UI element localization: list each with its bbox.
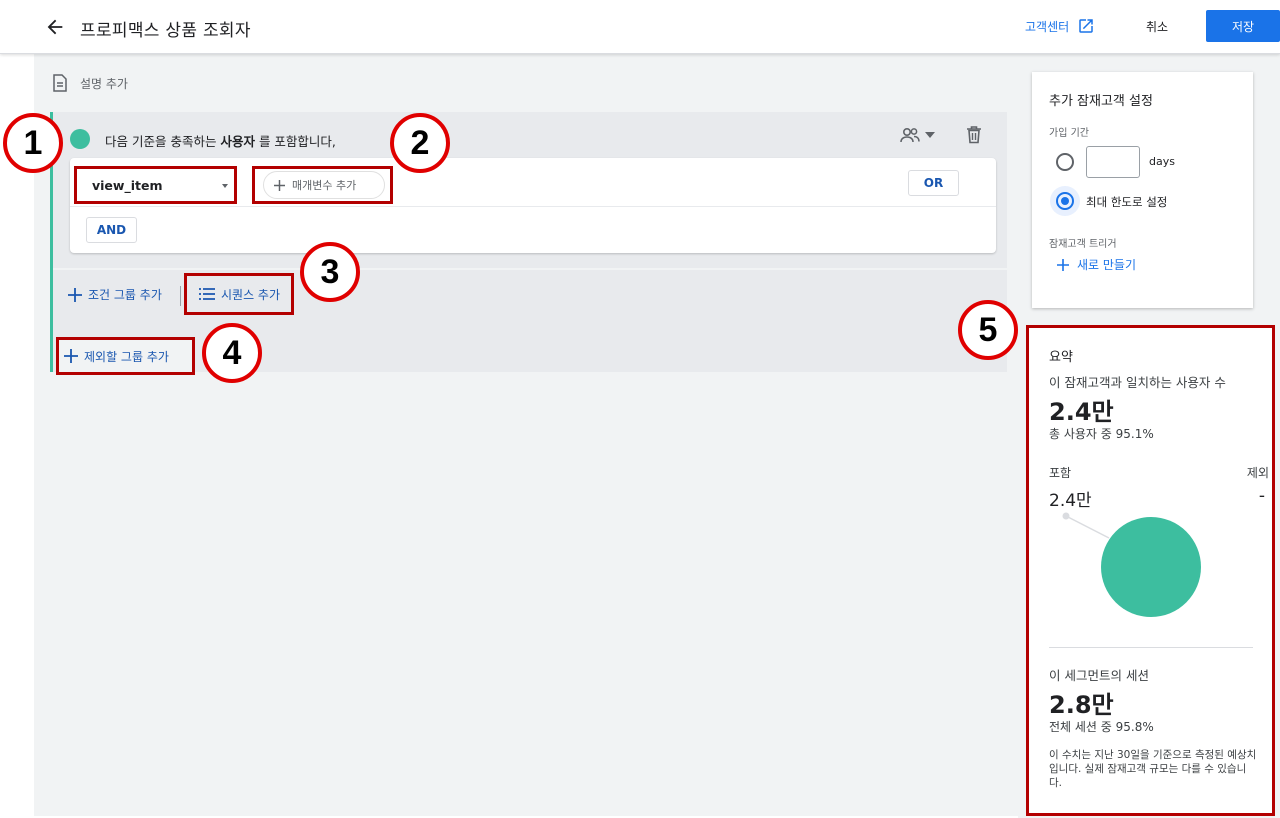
segment-sessions-percent: 전체 세션 중 95.8% xyxy=(1049,720,1154,734)
audience-trigger-label: 잠재고객 트리거 xyxy=(1049,239,1117,250)
condition-text-prefix: 다음 기준을 충족하는 xyxy=(105,134,217,149)
add-description-button[interactable]: 설명 추가 xyxy=(52,74,128,92)
event-select-value: view_item xyxy=(92,177,163,193)
pie-leader-line xyxy=(1065,515,1110,539)
annotation-3: 3 xyxy=(300,242,360,302)
include-indicator xyxy=(70,129,90,149)
add-description-label: 설명 추가 xyxy=(80,76,128,91)
condition-group-footer: 조건 그룹 추가 시퀀스 추가 xyxy=(53,270,1007,318)
back-button[interactable] xyxy=(44,16,66,38)
audience-builder: 설명 추가 다음 기준을 충족하는 사용자 를 포함합니다, view_item xyxy=(34,54,1018,816)
include-label: 포함 xyxy=(1049,466,1072,480)
matching-users-value: 2.4만 xyxy=(1049,398,1114,426)
document-icon xyxy=(53,74,67,92)
annotation-5: 5 xyxy=(958,300,1018,360)
summary-note: 이 수치는 지난 30일을 기준으로 측정된 예상치입니다. 실제 잠재고객 규… xyxy=(1049,749,1257,789)
annotation-4: 4 xyxy=(202,323,262,383)
condition-scope-label[interactable]: 사용자 xyxy=(220,134,255,149)
arrow-left-icon xyxy=(47,19,63,35)
divider xyxy=(70,206,996,207)
settings-title: 추가 잠재고객 설정 xyxy=(1049,94,1153,109)
create-trigger-button[interactable]: 새로 만들기 xyxy=(1057,256,1136,273)
help-center-link[interactable]: 고객센터 xyxy=(1025,17,1095,35)
list-icon xyxy=(199,288,215,300)
add-sequence-button[interactable]: 시퀀스 추가 xyxy=(184,273,294,315)
delete-group-button[interactable] xyxy=(966,126,982,148)
create-trigger-label: 새로 만들기 xyxy=(1077,258,1137,272)
add-condition-group-label: 조건 그룹 추가 xyxy=(88,288,162,302)
pie-leader-dot xyxy=(1062,512,1070,520)
divider xyxy=(1049,647,1253,648)
divider xyxy=(180,286,181,306)
days-input[interactable] xyxy=(1086,146,1140,178)
max-limit-radio[interactable] xyxy=(1050,186,1080,216)
days-radio[interactable] xyxy=(1056,153,1074,171)
summary-card: 요약 이 잠재고객과 일치하는 사용자 수 2.4만 총 사용자 중 95.1%… xyxy=(1026,325,1275,816)
plus-icon xyxy=(68,287,82,302)
page-title: 프로피맥스 상품 조회자 xyxy=(80,21,251,41)
annotation-2: 2 xyxy=(390,113,450,173)
membership-period-label: 가입 기간 xyxy=(1049,128,1089,139)
plus-icon xyxy=(1057,258,1069,271)
or-button[interactable]: OR xyxy=(908,170,959,196)
trash-icon xyxy=(967,126,981,144)
and-button[interactable]: AND xyxy=(86,217,137,243)
summary-title: 요약 xyxy=(1049,350,1073,365)
summary-pie-chart xyxy=(1062,512,1201,617)
annotation-1: 1 xyxy=(3,113,63,173)
cancel-button[interactable]: 취소 xyxy=(1128,10,1186,42)
add-condition-group-button[interactable]: 조건 그룹 추가 xyxy=(68,286,162,303)
segment-sessions-label: 이 세그먼트의 세션 xyxy=(1049,668,1149,683)
max-limit-label: 최대 한도로 설정 xyxy=(1086,195,1168,209)
segment-sessions-value: 2.8만 xyxy=(1049,691,1114,719)
open-in-new-icon xyxy=(1079,19,1093,33)
matching-users-percent: 총 사용자 중 95.1% xyxy=(1049,427,1154,441)
exclude-value: - xyxy=(1258,486,1265,506)
days-unit-label: days xyxy=(1149,155,1175,168)
users-icon xyxy=(900,127,920,143)
add-parameter-label: 매개변수 추가 xyxy=(292,179,357,192)
matching-users-label: 이 잠재고객과 일치하는 사용자 수 xyxy=(1049,375,1226,390)
plus-icon xyxy=(274,179,285,191)
condition-group-header: 다음 기준을 충족하는 사용자 를 포함합니다, xyxy=(53,112,1007,160)
top-bar: 프로피맥스 상품 조회자 고객센터 취소 저장 xyxy=(0,0,1280,54)
condition-description: 다음 기준을 충족하는 사용자 를 포함합니다, xyxy=(105,131,336,150)
add-parameter-chip: 매개변수 추가 xyxy=(263,171,385,199)
add-sequence-label: 시퀀스 추가 xyxy=(221,287,281,302)
add-exclude-group-label: 제외할 그룹 추가 xyxy=(84,349,169,364)
additional-settings-card: 추가 잠재고객 설정 가입 기간 days 최대 한도로 설정 잠재고객 트리거… xyxy=(1032,72,1253,308)
plus-icon xyxy=(64,349,78,363)
condition-row-card: view_item 매개변수 추가 OR AND xyxy=(70,158,996,253)
radio-selected-indicator xyxy=(1056,192,1074,210)
pie-include-slice xyxy=(1101,517,1201,617)
add-exclude-group-button[interactable]: 제외할 그룹 추가 xyxy=(56,337,195,375)
scope-dropdown[interactable] xyxy=(899,126,935,144)
save-button[interactable]: 저장 xyxy=(1206,10,1280,42)
condition-text-suffix: 를 포함합니다, xyxy=(258,134,336,149)
exclude-label: 제외 xyxy=(1246,466,1269,480)
caret-down-icon xyxy=(222,184,228,188)
add-parameter-button[interactable]: 매개변수 추가 xyxy=(252,166,393,204)
event-select[interactable]: view_item xyxy=(74,166,237,204)
caret-down-icon xyxy=(925,132,935,138)
condition-group-card: 다음 기준을 충족하는 사용자 를 포함합니다, view_item 매개변수 … xyxy=(50,112,1007,372)
help-center-label: 고객센터 xyxy=(1025,19,1070,34)
